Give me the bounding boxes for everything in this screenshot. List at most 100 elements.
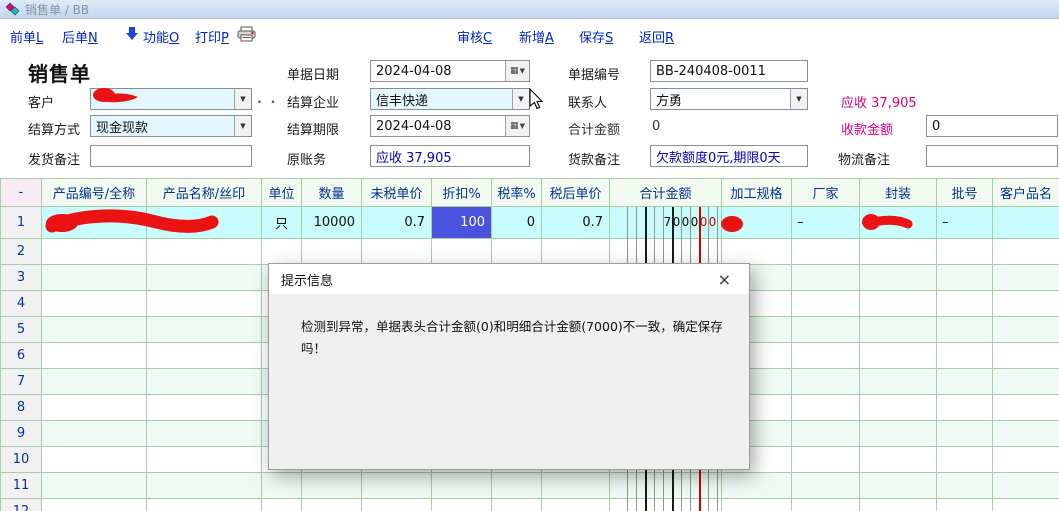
grid-cell[interactable] — [993, 395, 1059, 421]
row-number-cell[interactable]: 6 — [0, 343, 42, 369]
grid-cell[interactable] — [937, 265, 993, 291]
grid-cell[interactable]: – — [937, 207, 993, 239]
grid-cell[interactable] — [860, 343, 937, 369]
grid-cell[interactable] — [792, 291, 860, 317]
grid-cell[interactable] — [722, 239, 792, 265]
grid-cell[interactable] — [42, 421, 147, 447]
grid-cell[interactable]: 10000 — [302, 207, 362, 239]
column-header-11[interactable]: 加工规格 — [722, 178, 792, 207]
next-doc-button[interactable]: 后单N — [62, 27, 98, 46]
row-number-cell[interactable]: 1 — [0, 207, 42, 239]
grid-cell[interactable] — [492, 499, 542, 511]
grid-cell[interactable] — [42, 499, 147, 511]
column-header-2[interactable]: 产品编号/全称 — [42, 178, 147, 207]
ship-note-input[interactable] — [90, 145, 252, 167]
grid-cell[interactable] — [792, 369, 860, 395]
row-number-cell[interactable]: 7 — [0, 369, 42, 395]
column-header-1[interactable]: - — [0, 178, 42, 207]
chevron-down-icon[interactable]: ▼ — [512, 89, 529, 109]
grid-cell[interactable] — [993, 421, 1059, 447]
grid-cell[interactable] — [147, 343, 262, 369]
prev-doc-button[interactable]: 前单L — [10, 27, 43, 46]
grid-cell[interactable] — [792, 499, 860, 511]
grid-cell[interactable] — [42, 395, 147, 421]
grid-cell[interactable] — [147, 317, 262, 343]
grid-cell[interactable]: 0.7 — [362, 207, 432, 239]
grid-cell[interactable] — [993, 239, 1059, 265]
grid-cell[interactable] — [147, 291, 262, 317]
grid-cell[interactable] — [937, 473, 993, 499]
grid-cell[interactable] — [42, 239, 147, 265]
grid-cell[interactable] — [860, 291, 937, 317]
grid-cell[interactable] — [937, 395, 993, 421]
row-number-cell[interactable]: 8 — [0, 395, 42, 421]
grid-cell[interactable] — [362, 499, 432, 511]
grid-cell[interactable] — [542, 239, 610, 265]
column-header-7[interactable]: 折扣% — [432, 178, 492, 207]
column-header-5[interactable]: 数量 — [302, 178, 362, 207]
grid-cell[interactable] — [792, 473, 860, 499]
grid-cell[interactable] — [302, 499, 362, 511]
grid-cell[interactable] — [937, 499, 993, 511]
settle-method-combo[interactable]: 现金现款 ▼ — [90, 115, 252, 137]
chevron-down-icon[interactable]: ▼ — [234, 89, 251, 109]
grid-cell[interactable] — [147, 265, 262, 291]
settle-deadline-field[interactable]: 2024-04-08 ▦▼ — [370, 115, 530, 137]
grid-cell[interactable] — [432, 499, 492, 511]
column-header-4[interactable]: 单位 — [262, 178, 302, 207]
grid-cell[interactable] — [860, 473, 937, 499]
grid-cell[interactable] — [792, 395, 860, 421]
grid-cell[interactable] — [542, 473, 610, 499]
grid-cell[interactable] — [860, 369, 937, 395]
row-number-cell[interactable]: 4 — [0, 291, 42, 317]
grid-cell[interactable] — [432, 239, 492, 265]
grid-cell[interactable]: 0 — [492, 207, 542, 239]
customer-combo[interactable]: ▼ — [90, 88, 252, 110]
grid-cell[interactable] — [937, 317, 993, 343]
grid-cell[interactable] — [262, 473, 302, 499]
grid-cell[interactable] — [792, 421, 860, 447]
grid-cell[interactable] — [302, 473, 362, 499]
grid-cell[interactable]: 100 — [432, 207, 492, 239]
grid-cell[interactable] — [792, 447, 860, 473]
grid-cell[interactable] — [937, 369, 993, 395]
orig-account-box[interactable]: 应收 37,905 — [370, 145, 530, 167]
grid-cell[interactable] — [792, 239, 860, 265]
contact-combo[interactable]: 方勇 ▼ — [650, 88, 808, 110]
grid-cell[interactable] — [993, 343, 1059, 369]
down-arrow-icon[interactable] — [125, 27, 139, 41]
grid-cell[interactable] — [42, 207, 147, 239]
logistics-note-input[interactable] — [926, 145, 1058, 167]
grid-cell[interactable] — [147, 473, 262, 499]
grid-cell[interactable] — [860, 207, 937, 239]
grid-cell[interactable] — [792, 317, 860, 343]
column-header-9[interactable]: 税后单价 — [542, 178, 610, 207]
grid-cell[interactable] — [302, 239, 362, 265]
column-header-6[interactable]: 未税单价 — [362, 178, 432, 207]
customer-browse-button[interactable]: . . — [257, 92, 277, 107]
grid-cell[interactable] — [993, 369, 1059, 395]
audit-button[interactable]: 审核C — [457, 27, 492, 46]
column-header-8[interactable]: 税率% — [492, 178, 542, 207]
grid-cell[interactable] — [147, 421, 262, 447]
grid-cell[interactable] — [362, 239, 432, 265]
column-header-15[interactable]: 客户品名 — [993, 178, 1059, 207]
grid-cell[interactable] — [362, 473, 432, 499]
received-amount-input[interactable] — [926, 115, 1058, 137]
grid-cell[interactable] — [993, 447, 1059, 473]
row-number-cell[interactable]: 9 — [0, 421, 42, 447]
grid-cell[interactable] — [147, 239, 262, 265]
row-number-cell[interactable]: 5 — [0, 317, 42, 343]
grid-cell[interactable] — [937, 343, 993, 369]
add-button[interactable]: 新增A — [519, 27, 554, 46]
doc-no-input[interactable] — [650, 60, 808, 82]
row-number-cell[interactable]: 11 — [0, 473, 42, 499]
grid-cell[interactable] — [492, 239, 542, 265]
grid-cell[interactable] — [147, 207, 262, 239]
column-header-14[interactable]: 批号 — [937, 178, 993, 207]
grid-cell[interactable] — [792, 343, 860, 369]
grid-cell[interactable] — [860, 447, 937, 473]
grid-cell[interactable] — [722, 499, 792, 511]
grid-cell[interactable] — [860, 499, 937, 511]
column-header-13[interactable]: 封装 — [860, 178, 937, 207]
